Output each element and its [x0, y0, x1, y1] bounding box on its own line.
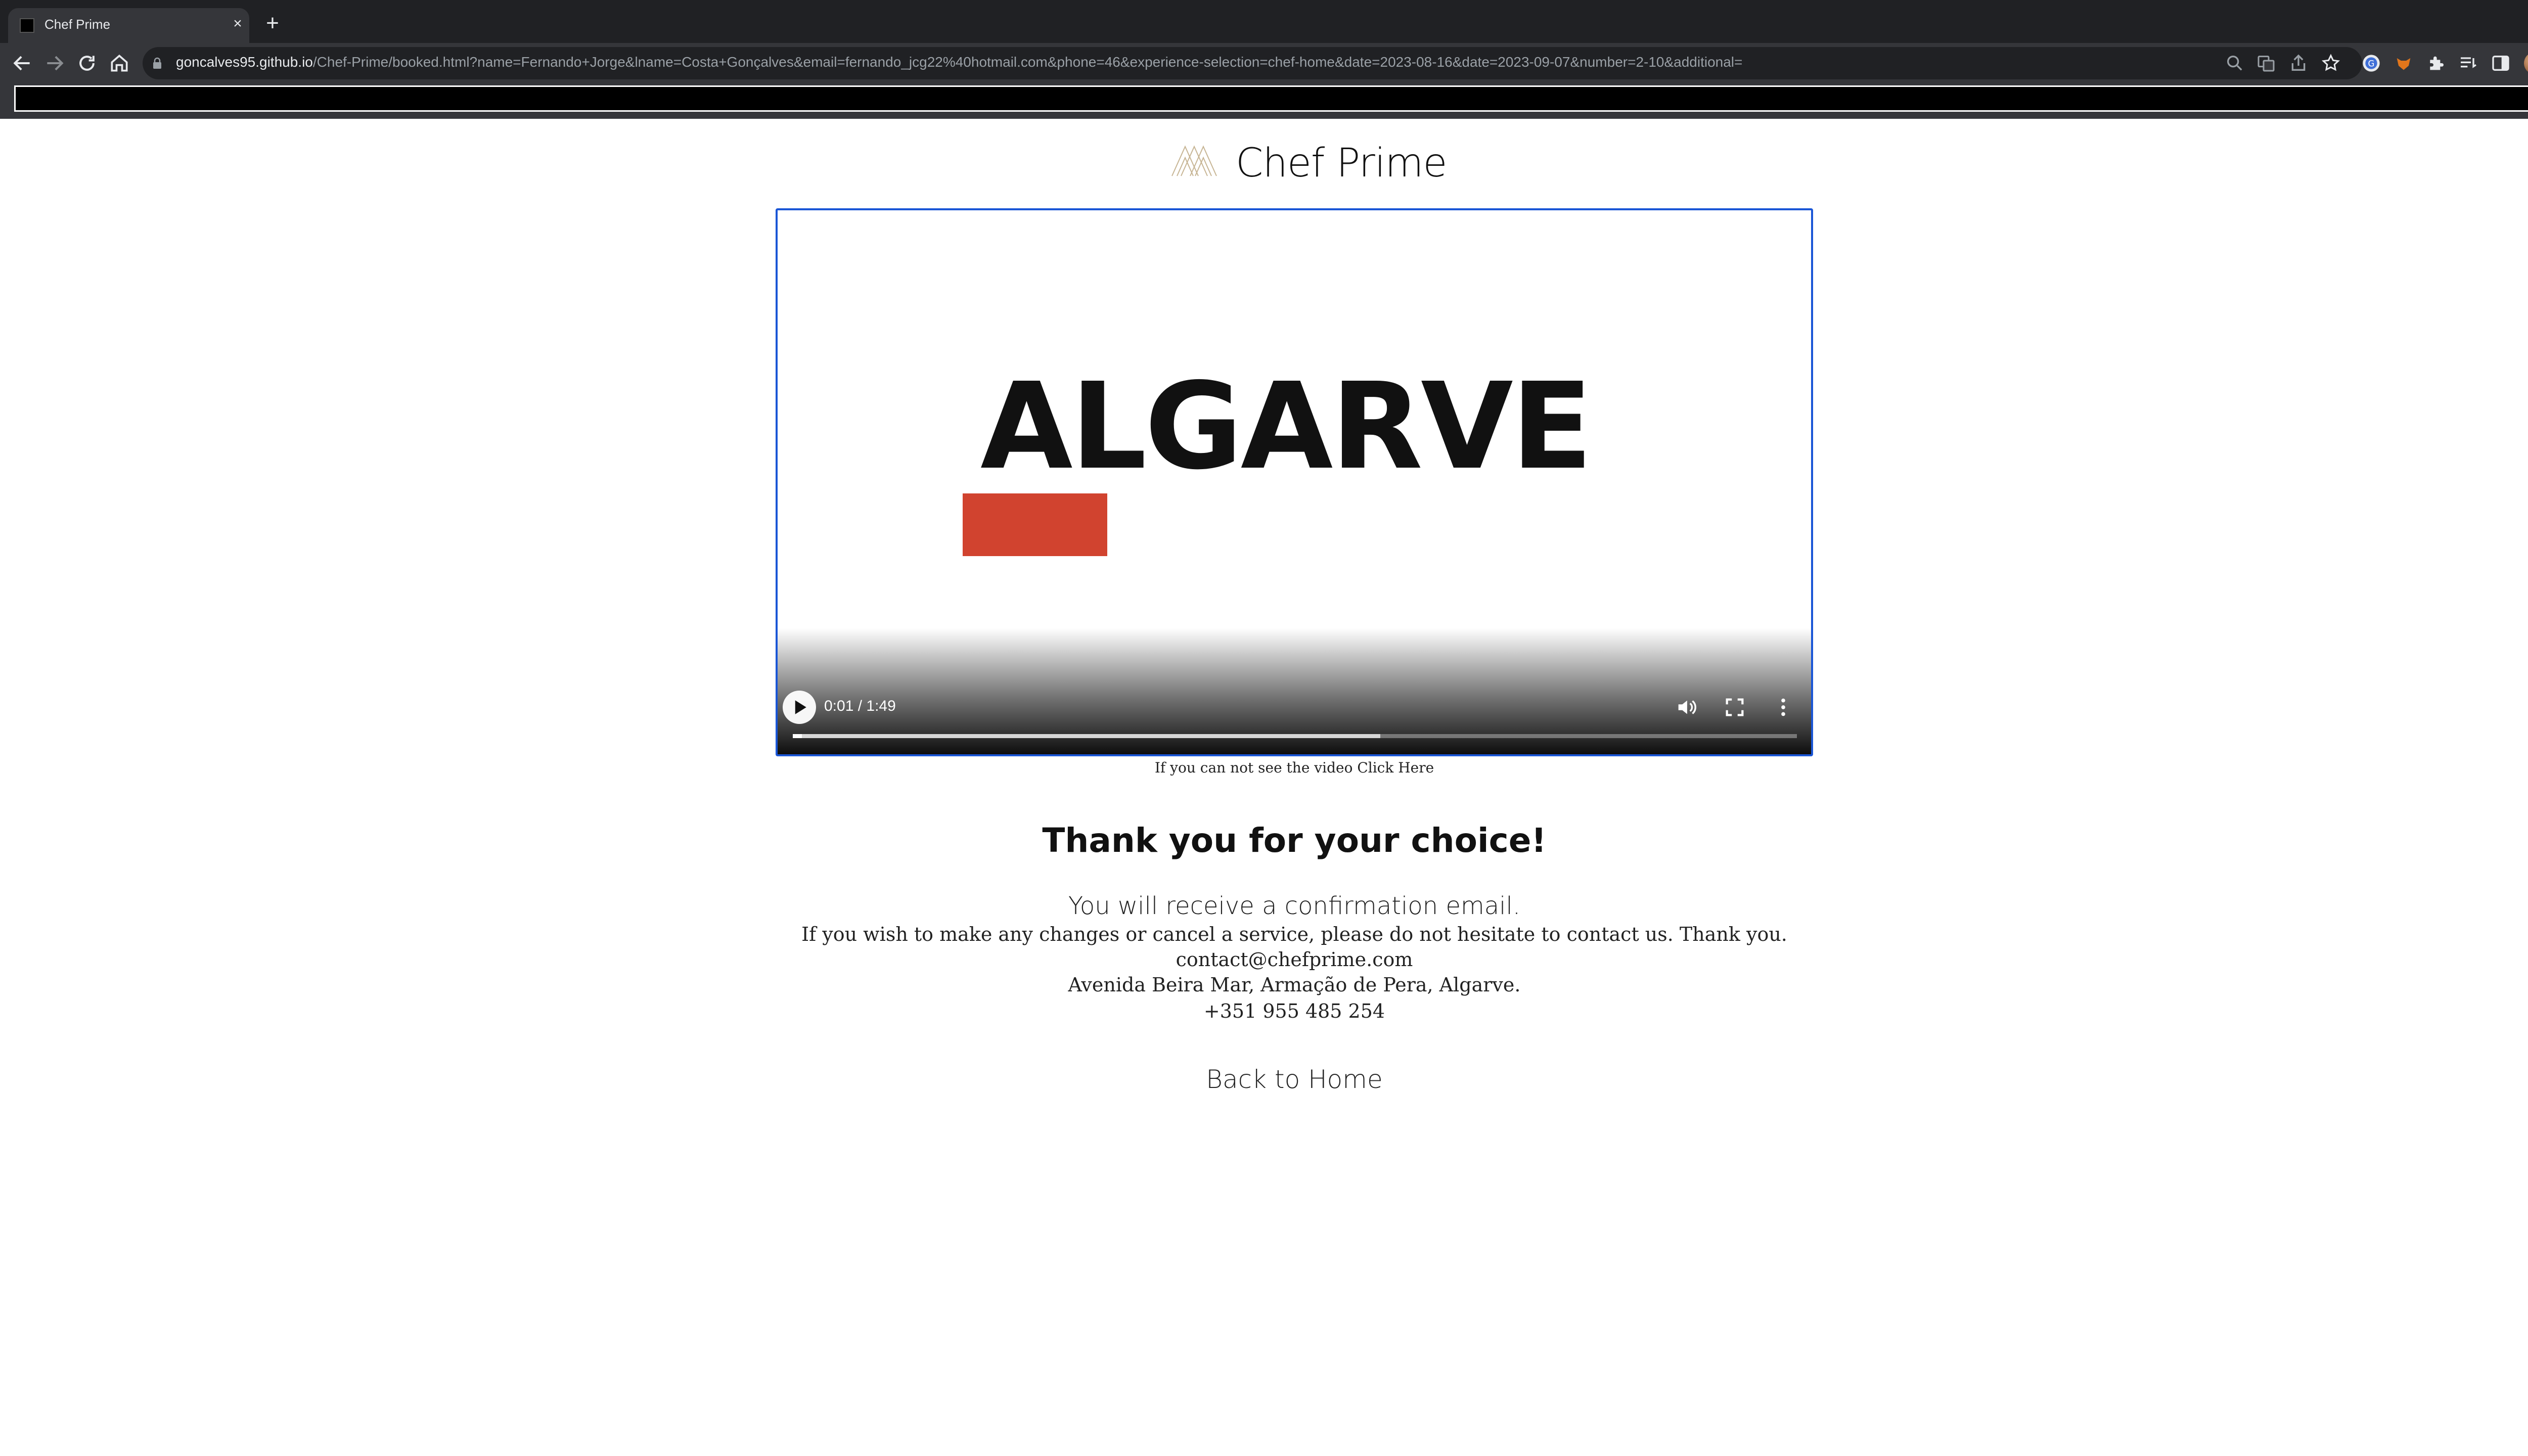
search-icon[interactable] — [2225, 53, 2245, 73]
profile-avatar[interactable] — [2524, 52, 2528, 74]
video-time: 0:01 / 1:49 — [824, 698, 896, 714]
reload-button[interactable] — [76, 52, 98, 74]
address-bar[interactable]: goncalves95.github.io/Chef-Prime/booked.… — [143, 47, 2362, 79]
overlay-input-bar[interactable] — [14, 85, 2528, 112]
contact-phone: +351 955 485 254 — [1203, 1000, 1385, 1022]
translate-icon[interactable] — [2256, 53, 2276, 73]
site-header: Chef Prime — [1171, 141, 1448, 191]
seek-played — [793, 734, 802, 738]
seek-buffered — [793, 734, 1380, 738]
video-player[interactable]: ALGARVE 0:01 / 1:49 — [776, 208, 1813, 756]
new-tab-button[interactable]: + — [262, 12, 283, 34]
extension-fox-icon[interactable] — [2394, 53, 2414, 73]
contact-address: Avenida Beira Mar, Armação de Pera, Alga… — [1068, 974, 1521, 996]
home-button[interactable] — [108, 52, 130, 74]
bookmark-star-icon[interactable] — [2321, 53, 2341, 73]
share-icon[interactable] — [2288, 53, 2309, 73]
seek-bar[interactable] — [793, 734, 1797, 738]
thank-you-heading: Thank you for your choice! — [1042, 821, 1547, 860]
favicon-icon — [20, 18, 34, 33]
lock-icon[interactable] — [152, 57, 163, 69]
play-button[interactable] — [783, 691, 816, 724]
video-red-block — [963, 493, 1107, 556]
svg-text:G: G — [2368, 59, 2375, 69]
video-fallback-link[interactable]: If you can not see the video Click Here — [776, 759, 1813, 776]
forward-button[interactable] — [43, 52, 66, 74]
back-to-home-link[interactable]: Back to Home — [0, 1065, 2528, 1094]
side-panel-icon[interactable] — [2491, 53, 2511, 73]
url-path: /Chef-Prime/booked.html?name=Fernando+Jo… — [312, 54, 1743, 70]
volume-icon[interactable] — [1675, 696, 1698, 719]
extensions-puzzle-icon[interactable] — [2426, 53, 2446, 73]
video-frame-title: ALGARVE — [980, 357, 1593, 496]
tab-title: Chef Prime — [44, 17, 111, 32]
browser-tab-active[interactable]: Chef Prime × — [8, 8, 249, 43]
url-host: goncalves95.github.io — [176, 54, 313, 70]
fullscreen-icon[interactable] — [1723, 696, 1746, 719]
reading-list-icon[interactable] — [2458, 53, 2478, 73]
url-text[interactable]: goncalves95.github.io/Chef-Prime/booked.… — [176, 54, 1742, 70]
contact-email: contact@chefprime.com — [1176, 948, 1413, 971]
bookmark-bar — [0, 83, 2528, 119]
confirmation-subheading: You will receive a confirmation email. — [1068, 892, 1521, 920]
brand-name[interactable]: Chef Prime — [1236, 141, 1448, 186]
back-button[interactable] — [11, 52, 33, 74]
browser-toolbar: goncalves95.github.io/Chef-Prime/booked.… — [0, 43, 2528, 83]
video-options-icon[interactable] — [1772, 696, 1795, 719]
extension-translate-icon[interactable]: G — [2361, 53, 2381, 73]
tab-strip: Chef Prime × + — [0, 0, 2528, 43]
change-cancel-message: If you wish to make any changes or cance… — [801, 923, 1787, 945]
close-tab-icon[interactable]: × — [229, 15, 246, 32]
chef-prime-logo-icon[interactable] — [1171, 145, 1217, 177]
